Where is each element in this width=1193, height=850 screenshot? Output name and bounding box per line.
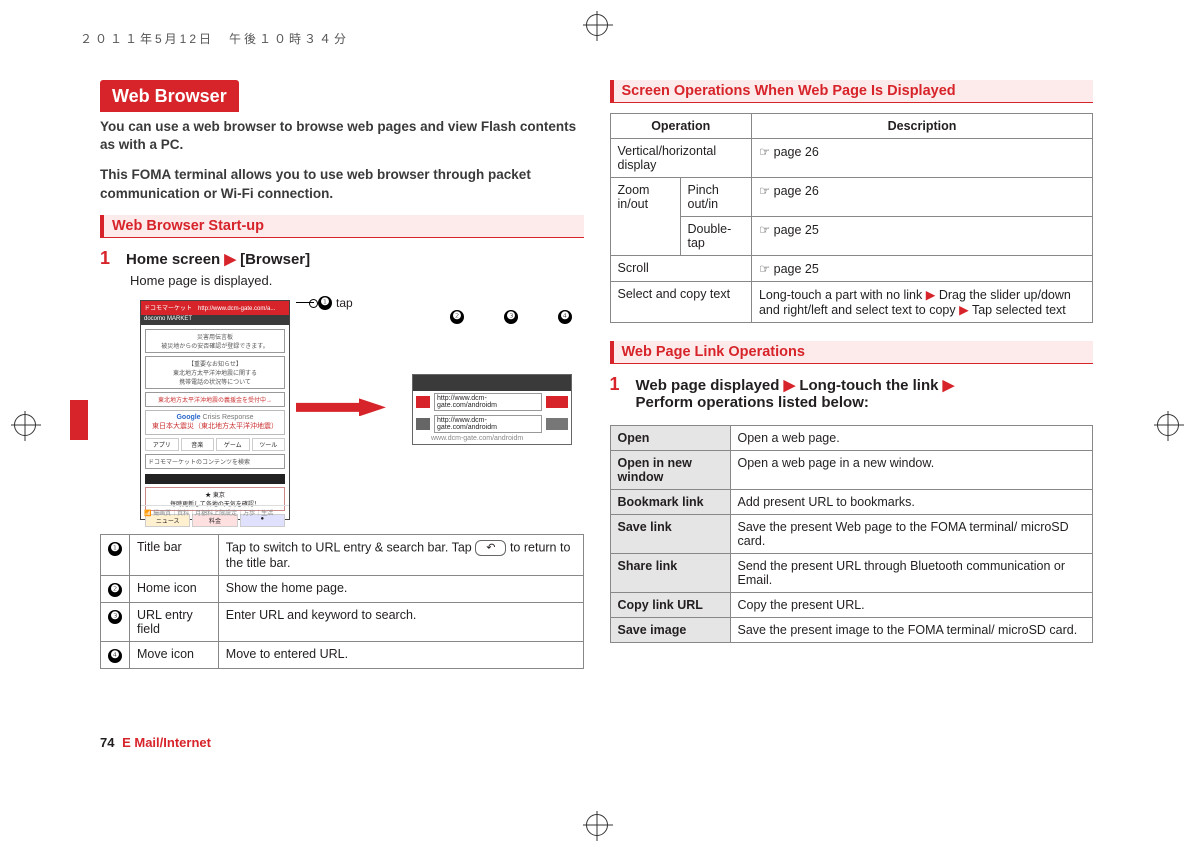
section-name: E Mail/Internet xyxy=(122,735,211,750)
cell-move-icon: Move icon xyxy=(130,641,219,668)
step-text: Home screen ▶ [Browser] xyxy=(126,250,310,268)
cell-url-desc: Enter URL and keyword to search. xyxy=(218,602,583,641)
step-description: Home page is displayed. xyxy=(130,273,584,288)
page-footer: 74 E Mail/Internet xyxy=(100,735,211,750)
cell-url-field: URL entry field xyxy=(130,602,219,641)
callout-1: ❶ tap xyxy=(296,296,572,310)
triangle-icon: ▶ xyxy=(784,377,796,394)
circled-2-icon: ❷ xyxy=(450,310,464,324)
phone-title-bar: ドコモマーケット http://www.dcm-gate.com/a... xyxy=(141,301,289,315)
op-select-desc: Long-touch a part with no link ▶ Drag th… xyxy=(751,282,1092,323)
link-ops-table: OpenOpen a web page. Open in new windowO… xyxy=(610,425,1094,643)
circled-4-icon: ❹ xyxy=(558,310,572,324)
link-step-number: 1 xyxy=(610,374,624,395)
link-step-b: Long-touch the link xyxy=(799,377,938,394)
side-tab xyxy=(70,400,88,440)
more-icon xyxy=(546,418,568,430)
op-doubletap: Double-tap xyxy=(680,217,751,256)
v-open-new: Open a web page in a new window. xyxy=(730,451,1093,490)
triangle-icon: ▶ xyxy=(943,377,955,394)
v-save-image: Save the present image to the FOMA termi… xyxy=(730,618,1093,643)
page-content: Web Browser You can use a web browser to… xyxy=(100,80,1093,770)
circled-1: ❶ xyxy=(108,542,122,556)
callout-tap-label: tap xyxy=(336,296,353,310)
step-text-a: Home screen xyxy=(126,251,220,268)
op-zoom: Zoom in/out xyxy=(610,178,680,256)
th-description: Description xyxy=(751,114,1092,139)
k-save-image: Save image xyxy=(610,618,730,643)
right-column: Screen Operations When Web Page Is Displ… xyxy=(610,80,1094,770)
registration-mark-right xyxy=(1157,414,1179,436)
url-subtext: www.dcm-gate.com/androidm xyxy=(413,435,571,444)
ui-parts-table: ❶ Title bar Tap to switch to URL entry &… xyxy=(100,534,584,669)
phone-nav-bar: docomo MARKET xyxy=(141,315,289,325)
k-bookmark: Bookmark link xyxy=(610,490,730,515)
desc-part1: Tap to switch to URL entry & search bar.… xyxy=(226,540,472,554)
link-step-1: 1 Web page displayed ▶ Long-touch the li… xyxy=(610,374,1094,411)
page-number: 74 xyxy=(100,735,114,750)
op-vh-display: Vertical/horizontal display xyxy=(610,139,751,178)
registration-mark-left xyxy=(14,414,36,436)
circled-3: ❸ xyxy=(108,610,122,624)
circled-3-icon: ❸ xyxy=(504,310,518,324)
op-vh-desc: ☞ page 26 xyxy=(751,139,1092,178)
phone-screenshot: ドコモマーケット http://www.dcm-gate.com/a... do… xyxy=(140,300,290,520)
th-operation: Operation xyxy=(610,114,751,139)
cell-title-bar: Title bar xyxy=(130,534,219,575)
registration-mark-top xyxy=(586,14,608,36)
cell-home-icon: Home icon xyxy=(130,575,219,602)
cell-home-desc: Show the home page. xyxy=(218,575,583,602)
subheading-startup: Web Browser Start-up xyxy=(100,215,584,238)
left-column: Web Browser You can use a web browser to… xyxy=(100,80,584,770)
step-number: 1 xyxy=(100,248,114,269)
op-scroll-desc: ☞ page 25 xyxy=(751,256,1092,282)
v-share: Send the present URL through Bluetooth c… xyxy=(730,554,1093,593)
link-step-c: Perform operations listed below: xyxy=(636,394,869,411)
op-pinch-desc: ☞ page 26 xyxy=(751,178,1092,217)
link-step-text: Web page displayed ▶ Long-touch the link… xyxy=(636,376,955,411)
bookmark-icon xyxy=(416,418,430,430)
op-scroll: Scroll xyxy=(610,256,751,282)
go-icon xyxy=(546,396,568,408)
print-timestamp: ２０１１年5月12日 午後１０時３４分 xyxy=(80,30,349,47)
intro-text-1: You can use a web browser to browse web … xyxy=(100,118,584,154)
url-field-sample: http://www.dcm-gate.com/androidm xyxy=(434,393,542,411)
op-select: Select and copy text xyxy=(610,282,751,323)
v-save-link: Save the present Web page to the FOMA te… xyxy=(730,515,1093,554)
registration-mark-bottom xyxy=(586,814,608,836)
url-field-sample-2: http://www.dcm-gate.com/androidm xyxy=(434,415,542,433)
k-open-new: Open in new window xyxy=(610,451,730,490)
step-text-b: [Browser] xyxy=(240,251,310,268)
k-copy-url: Copy link URL xyxy=(610,593,730,618)
home-icon xyxy=(416,396,430,408)
triangle-icon: ▶ xyxy=(224,251,236,268)
op-pinch: Pinch out/in xyxy=(680,178,751,217)
step-1: 1 Home screen ▶ [Browser] xyxy=(100,248,584,269)
screen-ops-table: Operation Description Vertical/horizonta… xyxy=(610,113,1094,323)
circled-4: ❹ xyxy=(108,649,122,663)
back-key-icon: ↶ xyxy=(475,540,506,556)
k-share: Share link xyxy=(610,554,730,593)
url-bar-zoom: http://www.dcm-gate.com/androidm http://… xyxy=(412,374,572,445)
arrow-icon xyxy=(296,398,386,416)
circled-2: ❷ xyxy=(108,583,122,597)
k-save-link: Save link xyxy=(610,515,730,554)
k-open: Open xyxy=(610,426,730,451)
subheading-screen-ops: Screen Operations When Web Page Is Displ… xyxy=(610,80,1094,103)
cell-title-bar-desc: Tap to switch to URL entry & search bar.… xyxy=(218,534,583,575)
cell-move-desc: Move to entered URL. xyxy=(218,641,583,668)
v-copy-url: Copy the present URL. xyxy=(730,593,1093,618)
intro-text-2: This FOMA terminal allows you to use web… xyxy=(100,166,584,202)
v-open: Open a web page. xyxy=(730,426,1093,451)
browser-figure: ドコモマーケット http://www.dcm-gate.com/a... do… xyxy=(140,300,584,520)
op-doubletap-desc: ☞ page 25 xyxy=(751,217,1092,256)
circled-1-icon: ❶ xyxy=(318,296,332,310)
v-bookmark: Add present URL to bookmarks. xyxy=(730,490,1093,515)
subheading-link-ops: Web Page Link Operations xyxy=(610,341,1094,364)
link-step-a: Web page displayed xyxy=(636,377,780,394)
section-heading: Web Browser xyxy=(100,80,239,112)
